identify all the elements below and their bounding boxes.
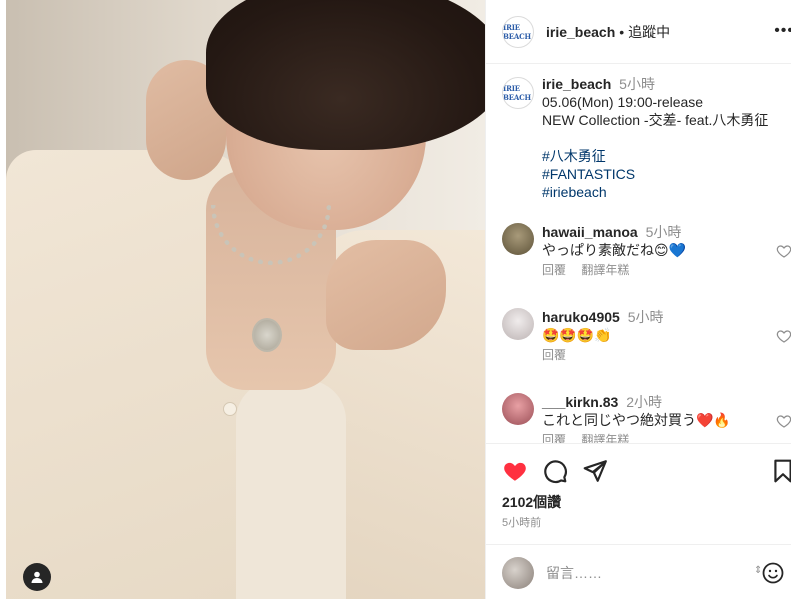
likes-count[interactable]: 2102個讚 (502, 492, 561, 512)
translate-button[interactable]: 翻譯年糕 (581, 263, 629, 277)
hashtag-link[interactable]: #八木勇征 (542, 147, 791, 165)
commenter-avatar[interactable] (502, 223, 534, 255)
add-comment-bar: ⇕ (486, 544, 791, 599)
account-avatar[interactable]: IRIE BEACH (502, 15, 534, 48)
photo-pendant (252, 318, 282, 352)
comment-username[interactable]: haruko4905 (542, 309, 620, 325)
heart-filled-icon[interactable] (502, 458, 528, 484)
photo-shirt-button (223, 402, 237, 416)
posted-time: 5小時前 (502, 517, 542, 529)
comment-input[interactable] (546, 561, 746, 585)
reply-button[interactable]: 回覆 (542, 348, 566, 362)
post-actions: 2102個讚 5小時前 ⇕ (486, 443, 791, 599)
comment-item: ___kirkn.83 2小時 これと同じやつ絶対買う❤️🔥 回覆 翻譯年糕 (502, 393, 791, 443)
comment-text: 🤩🤩🤩👏 (542, 327, 612, 343)
comment-time: 5小時 (627, 309, 664, 325)
comment-text: やっぱり素敵だね😊💙 (542, 242, 687, 258)
avatar-logo-text: IRIE BEACH (503, 84, 531, 102)
hashtag-link[interactable]: #iriebeach (542, 183, 791, 201)
person-tag-icon[interactable] (23, 563, 51, 591)
reply-button[interactable]: 回覆 (542, 263, 566, 277)
post-side-panel: IRIE BEACH irie_beach • 追蹤中 ••• IRIE BEA… (485, 0, 791, 599)
comment-item: haruko4905 5小時 🤩🤩🤩👏 回覆 (502, 308, 791, 368)
header-separator: • (619, 23, 625, 40)
reply-button[interactable]: 回覆 (542, 433, 566, 443)
header-username[interactable]: irie_beach (546, 24, 615, 40)
post-header: IRIE BEACH irie_beach • 追蹤中 ••• (486, 0, 791, 64)
send-icon[interactable] (582, 458, 608, 484)
caption-avatar[interactable]: IRIE BEACH (502, 77, 534, 109)
translate-button[interactable]: 翻譯年糕 (581, 433, 629, 443)
commenter-avatar[interactable] (502, 308, 534, 340)
comments-scroll-area[interactable]: IRIE BEACH irie_beach 5小時 05.06(Mon) 19:… (486, 65, 791, 443)
post-photo[interactable] (6, 0, 485, 599)
current-user-avatar (502, 557, 534, 589)
caption-time: 5小時 (619, 76, 655, 92)
comment-heart-icon[interactable] (776, 243, 791, 259)
comment-item: hawaii_manoa 5小時 やっぱり素敵だね😊💙 回覆 翻譯年糕 (502, 223, 791, 283)
comment-text: これと同じやつ絶対買う❤️🔥 (542, 412, 731, 428)
comment-time: 5小時 (645, 224, 682, 240)
hashtag-link[interactable]: #FANTASTICS (542, 165, 791, 183)
comment-username[interactable]: ___kirkn.83 (542, 394, 618, 410)
comment-heart-icon[interactable] (776, 413, 791, 429)
caption-username[interactable]: irie_beach (542, 76, 611, 92)
emoji-icon[interactable] (761, 561, 785, 585)
commenter-avatar[interactable] (502, 393, 534, 425)
caption-line: NEW Collection -交差- feat.八木勇征 (542, 112, 769, 128)
photo-hair (206, 0, 485, 150)
comment-username[interactable]: hawaii_manoa (542, 224, 638, 240)
bookmark-icon[interactable] (770, 458, 791, 484)
avatar-logo-text: IRIE BEACH (503, 22, 531, 41)
caption-line: 05.06(Mon) 19:00-release (542, 94, 704, 110)
comment-time: 2小時 (626, 394, 662, 410)
comment-icon[interactable] (542, 458, 568, 484)
more-horizontal-icon[interactable]: ••• (774, 22, 791, 40)
follow-status-button[interactable]: 追蹤中 (628, 22, 670, 42)
comment-heart-icon[interactable] (776, 328, 791, 344)
photo-tank-top (236, 380, 346, 599)
